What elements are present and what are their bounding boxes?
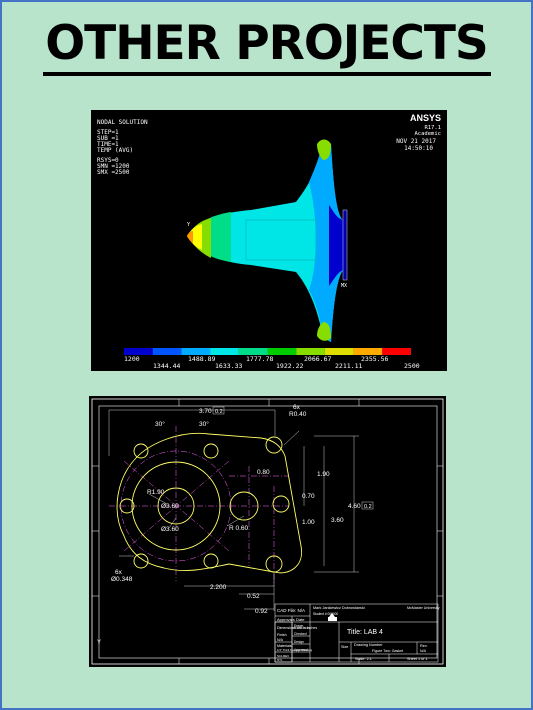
tb-title: Title: LAB 4: [347, 629, 383, 636]
ansys-header-line: NODAL SOLUTION: [97, 119, 148, 126]
cad-inner-frame: [98, 405, 438, 659]
dim-radius-small: R 0.60: [229, 525, 249, 532]
ansys-header-line: SMX =2500: [97, 169, 130, 176]
cad-dimension-lines: [108, 409, 359, 611]
legend-swatch: [181, 348, 211, 355]
dim-070: 0.70: [302, 493, 315, 500]
dim-2200: 2.200: [210, 584, 227, 591]
tb-dimensions-note: Dimensions are in inches: [277, 626, 317, 630]
dim-small-hole-dia: Ø0.348: [111, 576, 133, 583]
ansys-max-marker: MX: [341, 283, 347, 289]
tb-drawing-number: Figure Two: Gasket: [372, 649, 403, 653]
dim-dia-inner: Ø3.60: [161, 526, 179, 533]
legend-swatch: [353, 348, 383, 355]
legend-swatch: [210, 348, 239, 355]
ansys-time: 14:50:10: [404, 145, 433, 152]
contour-region-blue: [329, 205, 343, 286]
tb-rev-label: Rev.: [420, 644, 428, 648]
dim-top-width: 3.70: [199, 408, 212, 415]
tb-drawing-number-label: Drawing Number: [354, 643, 383, 647]
contour-edge-strip: [342, 209, 348, 281]
legend-label-top: 2355.56: [361, 355, 388, 363]
title-underline: [43, 72, 491, 76]
legend-swatch: [324, 348, 354, 355]
tb-finish-label: Finish: [277, 633, 287, 637]
legend-swatch: [124, 348, 153, 355]
legend-label-top: 1488.89: [188, 355, 215, 363]
tb-col-label: NTL: [277, 658, 283, 662]
tb-rev-value: N/A: [420, 649, 427, 653]
dim-190: 1.90: [317, 471, 330, 478]
tb-sub-row: Checked: [294, 632, 307, 636]
slide-title: OTHER PROJECTS: [45, 16, 489, 71]
dim-360: 3.60: [331, 517, 344, 524]
ansys-thermal-plot: NODAL SOLUTION STEP=1 SUB =1 TIME=1 TEMP…: [91, 110, 447, 371]
dim-angle-left: 30°: [155, 420, 165, 428]
dim-hole-radius: R0.40: [289, 411, 307, 418]
legend-label-bottom: 1633.33: [215, 362, 242, 370]
tb-sheet: Sheet 1 of 1: [407, 657, 427, 661]
legend-label-bottom: 1922.22: [276, 362, 303, 370]
legend-swatch: [152, 348, 182, 355]
cad-gasket-outline: [116, 432, 303, 574]
legend-label-bottom: 2500: [404, 362, 420, 370]
ansys-date: NOV 21 2017: [396, 138, 436, 145]
legend-swatch: [238, 348, 268, 355]
legend-swatch: [296, 348, 325, 355]
cad-axis-label: Y: [97, 640, 101, 646]
dim-radius-left: R1.90: [147, 489, 165, 496]
legend-label-top: 1200: [124, 355, 140, 363]
tb-student: Student # 000000: [313, 612, 338, 616]
dim-top-tolerance: 0.2: [215, 409, 223, 415]
legend-label-top: 1777.78: [246, 355, 273, 363]
ansys-header-line: TEMP (AVG): [97, 147, 133, 154]
legend-label-bottom: 2211.11: [335, 362, 362, 370]
tb-university: McMaster University: [407, 606, 440, 610]
tb-sub-row: Design: [294, 640, 304, 644]
ansys-plot-svg: NODAL SOLUTION STEP=1 SUB =1 TIME=1 TEMP…: [97, 113, 442, 370]
ansys-brand-logo: ANSYS: [410, 113, 441, 123]
dim-hole-count: 6x: [293, 404, 301, 411]
tb-col-label: REV: [283, 654, 289, 658]
legend-swatch: [382, 348, 411, 355]
contour-region-orange: [187, 231, 193, 243]
dim-460-tolerance: 0.2: [364, 504, 372, 510]
cad-drawing-svg: 3.70 0.2 6x R0.40 30° 30° R1.90 Ø3.60 Ø3…: [91, 398, 444, 665]
dim-460: 4.60: [348, 503, 361, 510]
dim-052: 0.52: [247, 593, 260, 600]
ansys-color-legend: [124, 348, 411, 355]
dim-angle-right: 30°: [199, 420, 209, 428]
tb-finish-value: N/A: [277, 638, 284, 642]
dim-080: 0.80: [257, 469, 270, 476]
tb-author: Mark Jankiewicz Dobrowlanski: [313, 606, 365, 610]
tb-materials-value: 1/4" Thick Nominal Sheeting: [277, 648, 313, 652]
dim-dia-center: Ø3.60: [161, 503, 179, 510]
ansys-edition: Academic: [415, 131, 442, 137]
ansys-triad-label: Y: [187, 222, 190, 228]
cad-frame-ticks: [92, 399, 443, 664]
tb-scale: Scale: 2:1: [355, 657, 372, 661]
legend-label-bottom: 1344.44: [153, 362, 180, 370]
cad-gasket-drawing: 3.70 0.2 6x R0.40 30° 30° R1.90 Ø3.60 Ø3…: [89, 396, 446, 667]
dim-092: 0.92: [255, 608, 268, 615]
tb-approvals: Approvals: [277, 617, 295, 622]
legend-swatch: [267, 348, 297, 355]
cad-centerlines: [109, 426, 289, 586]
dim-100: 1.00: [302, 519, 315, 526]
cad-outer-frame: [91, 398, 444, 665]
dim-small-hole-count: 6x: [115, 569, 123, 576]
tb-date: Date: [296, 617, 305, 622]
slide-background: OTHER PROJECTS NODAL SOLUTION STEP=1 SUB…: [0, 0, 533, 710]
tb-size: Size: [341, 645, 348, 649]
legend-label-top: 2066.67: [304, 355, 331, 363]
ansys-contour-model: [187, 139, 348, 342]
tb-cad-file: CAD File: N/A: [277, 608, 305, 613]
